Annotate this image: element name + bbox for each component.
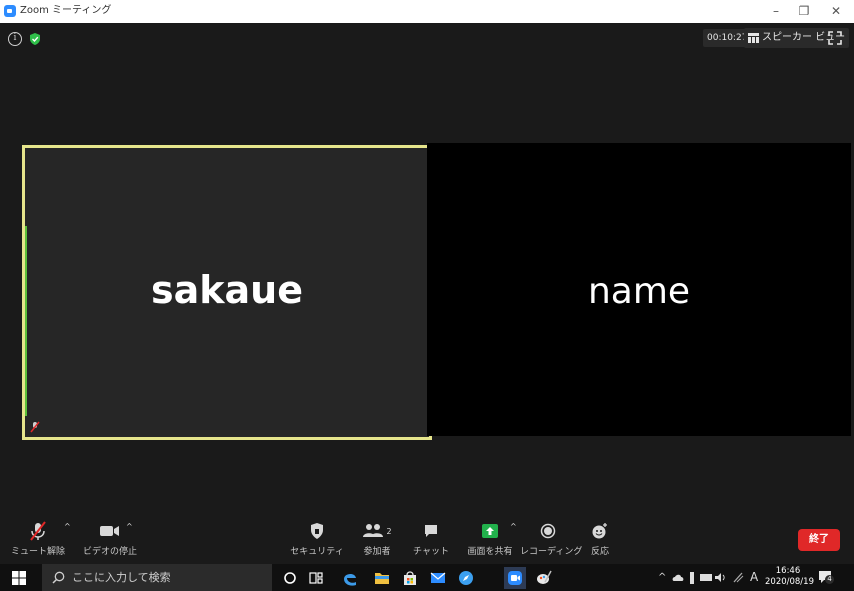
record-icon	[540, 523, 556, 539]
mail-icon[interactable]	[428, 568, 448, 588]
participants-icon	[363, 524, 384, 537]
participants-label: 参加者	[363, 547, 391, 557]
clock-date: 2020/08/19	[765, 577, 814, 587]
usb-device-icon[interactable]	[688, 572, 696, 584]
stop-video-button[interactable]: ^ ビデオの停止	[82, 520, 138, 557]
close-button[interactable]: ✕	[826, 3, 846, 19]
share-screen-label: 画面を共有	[467, 547, 513, 557]
security-button[interactable]: セキュリティ	[289, 520, 345, 557]
muted-mic-icon	[30, 421, 40, 433]
chat-button[interactable]: チャット	[406, 520, 456, 557]
video-tile-participant[interactable]: name	[427, 143, 851, 436]
security-shield-icon	[311, 523, 323, 539]
file-explorer-icon[interactable]	[372, 568, 392, 588]
muted-microphone-icon	[30, 521, 46, 541]
window-title-bar: Zoom ミーティング – ❐ ✕	[0, 0, 854, 23]
recording-label: レコーディング	[520, 547, 583, 557]
pen-input-icon[interactable]	[732, 572, 744, 583]
grid-view-icon	[748, 33, 759, 43]
notification-count-badge: 4	[825, 575, 834, 584]
edge-browser-icon[interactable]	[340, 568, 360, 588]
unmute-button[interactable]: ^ ミュート解除	[10, 520, 71, 557]
paint-app-icon[interactable]	[534, 568, 554, 588]
participant-name: sakaue	[151, 268, 303, 312]
share-options-caret[interactable]: ^	[510, 522, 517, 531]
keyboard-icon[interactable]	[700, 573, 712, 582]
reactions-label: 反応	[590, 547, 609, 557]
onedrive-cloud-icon[interactable]	[672, 573, 684, 582]
restore-button[interactable]: ❐	[794, 3, 814, 19]
meeting-area: i 00:10:27 スピーカー ビュー sakaue name ^ ミュート解…	[0, 23, 854, 560]
tray-expand-caret[interactable]: ^	[658, 564, 666, 591]
stop-video-label: ビデオの停止	[82, 547, 137, 557]
participants-button[interactable]: 2 参加者	[350, 520, 404, 557]
zoom-taskbar-icon[interactable]	[504, 567, 526, 589]
unmute-label: ミュート解除	[10, 547, 65, 557]
window-title: Zoom ミーティング	[20, 5, 112, 16]
windows-start-icon[interactable]	[12, 571, 26, 585]
safari-compass-icon[interactable]	[456, 568, 476, 588]
participants-count: 2	[386, 526, 392, 536]
chat-label: チャット	[413, 547, 449, 557]
clock-time: 16:46	[775, 566, 801, 576]
meeting-info-icon[interactable]: i	[8, 32, 22, 46]
task-view-icon[interactable]	[306, 568, 326, 588]
search-placeholder: ここに入力して検索	[72, 571, 171, 584]
encryption-shield-icon[interactable]	[28, 32, 42, 46]
participant-name: name	[587, 271, 691, 312]
cortana-icon[interactable]	[280, 568, 300, 588]
security-label: セキュリティ	[290, 547, 344, 557]
search-icon	[52, 571, 65, 584]
share-screen-icon	[482, 524, 498, 538]
chat-bubble-icon	[425, 525, 437, 537]
speaker-volume-icon[interactable]	[715, 572, 727, 583]
video-tile-active-speaker[interactable]: sakaue	[22, 145, 432, 440]
video-camera-icon	[100, 526, 119, 536]
taskbar-clock[interactable]: 16:46 2020/08/19	[765, 566, 814, 588]
zoom-app-icon	[4, 5, 16, 17]
windows-taskbar: ここに入力して検索 ^ A 16:46 2020/08/19 4	[0, 564, 854, 591]
share-screen-button[interactable]: ^ 画面を共有	[462, 520, 518, 557]
reactions-button[interactable]: 反応	[582, 520, 618, 557]
minimize-button[interactable]: –	[766, 3, 786, 19]
reaction-smiley-icon	[592, 523, 607, 539]
fullscreen-icon[interactable]	[828, 31, 842, 45]
audio-level-bar	[25, 226, 27, 416]
recording-button[interactable]: レコーディング	[520, 520, 583, 557]
taskbar-search-box[interactable]: ここに入力して検索	[42, 564, 272, 591]
video-options-caret[interactable]: ^	[126, 522, 133, 531]
audio-options-caret[interactable]: ^	[64, 522, 71, 531]
store-icon[interactable]	[400, 568, 420, 588]
end-meeting-button[interactable]: 終了	[798, 529, 840, 551]
ime-indicator[interactable]: A	[750, 564, 758, 591]
action-center-icon[interactable]: 4	[818, 570, 834, 585]
